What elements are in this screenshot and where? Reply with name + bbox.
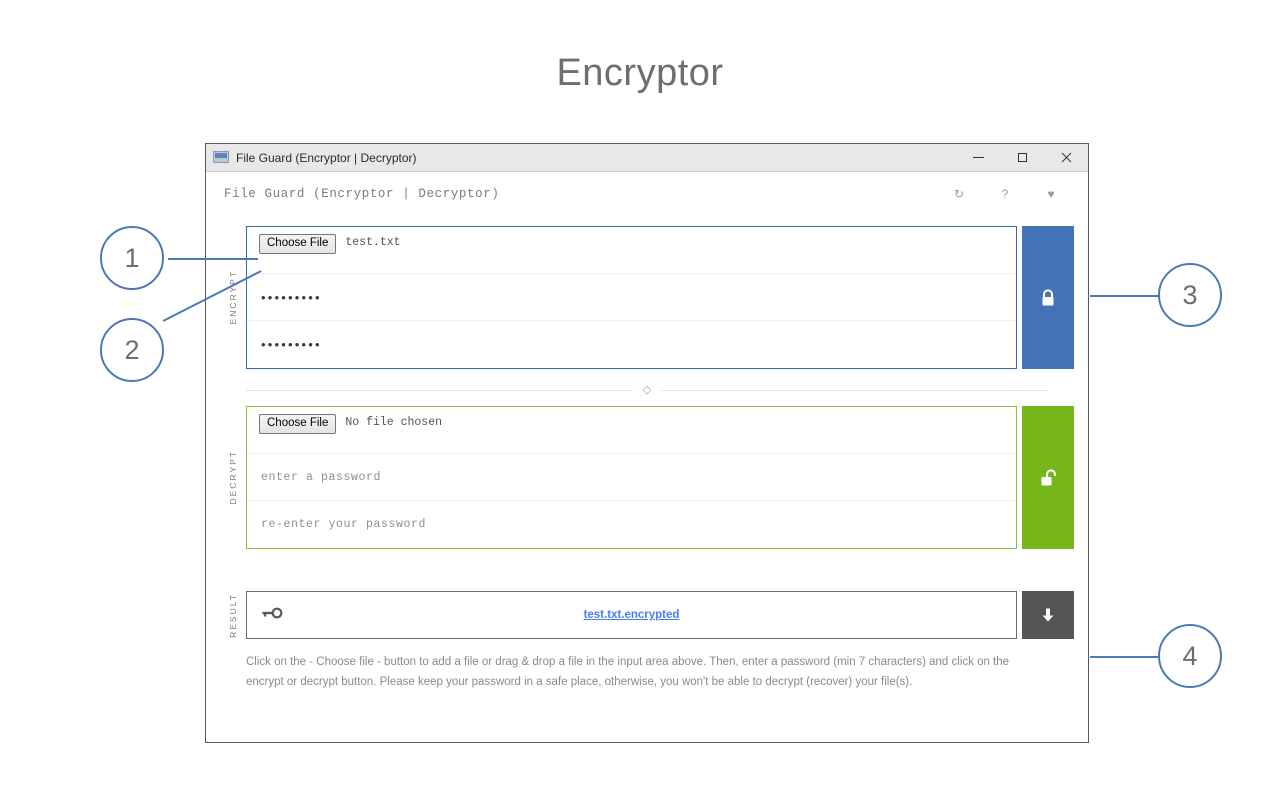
result-section-label: RESULT xyxy=(228,592,238,638)
divider-line-left xyxy=(246,390,633,391)
encrypt-password-confirm-row[interactable]: ••••••••• xyxy=(247,321,1016,368)
app-window-icon xyxy=(213,150,229,165)
help-icon[interactable]: ? xyxy=(982,188,1028,200)
download-arrow-icon xyxy=(1042,608,1054,622)
refresh-icon[interactable]: ↻ xyxy=(936,188,982,200)
decrypt-password-input[interactable]: enter a password xyxy=(259,471,381,484)
decrypt-panel: Choose File No file chosen enter a passw… xyxy=(246,406,1017,549)
window-controls xyxy=(956,144,1088,172)
lock-closed-icon xyxy=(1042,288,1054,305)
maximize-icon[interactable] xyxy=(1000,144,1044,172)
decrypt-section-label: DECRYPT xyxy=(228,450,238,505)
encrypt-password-row[interactable]: ••••••••• xyxy=(247,274,1016,321)
lock-open-icon xyxy=(1041,468,1056,485)
encrypt-file-name: test.txt xyxy=(345,236,401,249)
callout-3: 3 xyxy=(1158,263,1222,327)
decrypt-password-confirm-row[interactable]: re-enter your password xyxy=(247,501,1016,548)
result-file-link[interactable]: test.txt.encrypted xyxy=(247,609,1016,621)
decrypt-section: DECRYPT Choose File No file chosen enter… xyxy=(220,406,1074,549)
encrypt-password-confirm-input[interactable]: ••••••••• xyxy=(259,337,322,352)
result-row: test.txt.encrypted xyxy=(247,592,1016,638)
app-body: ENCRYPT Choose File test.txt ••••••••• •… xyxy=(206,226,1088,692)
decrypt-password-confirm-input[interactable]: re-enter your password xyxy=(259,518,426,531)
decrypt-file-name: No file chosen xyxy=(345,416,442,429)
callout-leader-3 xyxy=(1090,295,1165,297)
page-title: Encryptor xyxy=(556,52,724,94)
divider-line-right xyxy=(661,390,1048,391)
decrypt-file-row[interactable]: Choose File No file chosen xyxy=(247,407,1016,454)
encrypt-section-label: ENCRYPT xyxy=(228,270,238,325)
callout-leader-4 xyxy=(1090,656,1165,658)
app-header-icons: ↻ ? ♥ xyxy=(936,188,1088,200)
callout-leader-1 xyxy=(168,258,258,260)
encrypt-section: ENCRYPT Choose File test.txt ••••••••• •… xyxy=(220,226,1074,369)
section-divider: ◇ xyxy=(246,385,1048,396)
encrypt-file-row[interactable]: Choose File test.txt xyxy=(247,227,1016,274)
encrypt-password-input[interactable]: ••••••••• xyxy=(259,290,322,305)
callout-4: 4 xyxy=(1158,624,1222,688)
window-titlebar: File Guard (Encryptor | Decryptor) xyxy=(206,144,1088,172)
encrypt-choose-file-button[interactable]: Choose File xyxy=(259,234,337,254)
callout-1: 1 xyxy=(100,226,164,290)
close-icon[interactable] xyxy=(1044,144,1088,172)
app-header: File Guard (Encryptor | Decryptor) ↻ ? ♥ xyxy=(206,172,1088,216)
app-header-title: File Guard (Encryptor | Decryptor) xyxy=(224,186,500,201)
heart-icon[interactable]: ♥ xyxy=(1028,188,1074,200)
callout-2: 2 xyxy=(100,318,164,382)
result-panel: test.txt.encrypted xyxy=(246,591,1017,639)
decrypt-password-row[interactable]: enter a password xyxy=(247,454,1016,501)
encrypt-panel: Choose File test.txt ••••••••• ••••••••• xyxy=(246,226,1017,369)
help-text: Click on the - Choose file - button to a… xyxy=(246,656,1010,688)
decrypt-button[interactable] xyxy=(1022,406,1074,549)
window-title: File Guard (Encryptor | Decryptor) xyxy=(236,150,417,165)
encrypt-button[interactable] xyxy=(1022,226,1074,369)
app-window: File Guard (Encryptor | Decryptor) File … xyxy=(205,143,1089,743)
minimize-icon[interactable] xyxy=(956,144,1000,172)
swap-icon[interactable]: ◇ xyxy=(633,385,661,396)
download-button[interactable] xyxy=(1022,591,1074,639)
decrypt-choose-file-button[interactable]: Choose File xyxy=(259,414,337,434)
result-section: RESULT test.txt.encrypted xyxy=(220,591,1074,639)
